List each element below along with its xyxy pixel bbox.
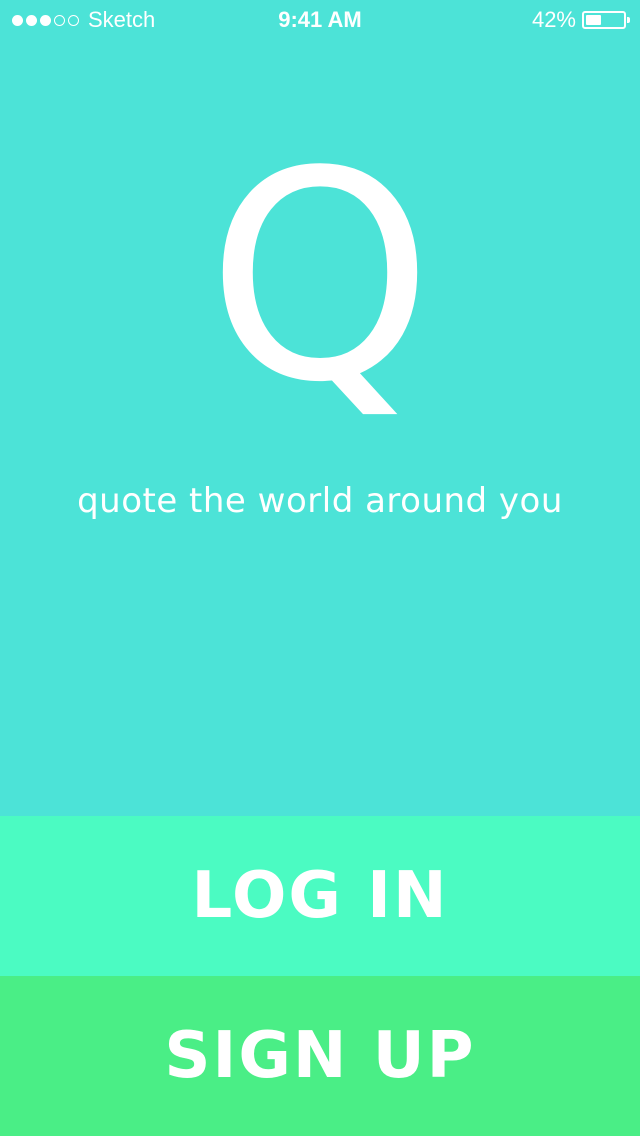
- app-tagline: quote the world around you: [77, 481, 563, 521]
- battery-icon: [582, 11, 630, 29]
- battery-percent: 42%: [531, 7, 576, 32]
- welcome-screen: Sketch 9:41 AM 42% Q quote the world aro…: [0, 0, 640, 1136]
- status-bar: Sketch 9:41 AM 42%: [0, 0, 640, 40]
- app-logo: Q: [206, 110, 434, 445]
- sign-up-button[interactable]: SIGN UP: [0, 976, 640, 1136]
- battery-level-fill: [586, 15, 601, 25]
- battery-tip: [627, 17, 630, 23]
- hero-section: Sketch 9:41 AM 42% Q quote the world aro…: [0, 0, 640, 816]
- battery-indicator: 42%: [531, 0, 630, 40]
- log-in-button[interactable]: LOG IN: [0, 816, 640, 976]
